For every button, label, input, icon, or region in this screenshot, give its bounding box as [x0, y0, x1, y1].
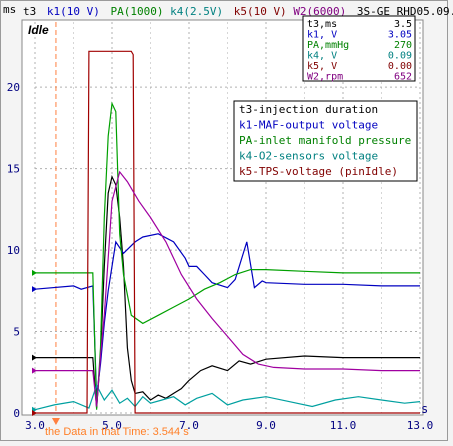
header-prefix: t3 [23, 5, 36, 18]
readout-label: W2,rpm [307, 72, 343, 83]
readout-label: k1, V [307, 30, 337, 41]
x-tick-label: 9.0 [256, 419, 276, 432]
y-tick-label: 10 [7, 244, 20, 257]
readout-value: 0.09 [388, 51, 412, 62]
readout-label: k4, V [307, 51, 337, 62]
legend-entry: k4-O2-sensors voltage [239, 150, 378, 163]
legend: t3-injection duration k1-MAF-output volta… [233, 100, 418, 182]
readout-label: t3,ms [307, 19, 337, 30]
y-tick-label: 5 [13, 326, 20, 339]
mode-label: Idle [28, 23, 49, 37]
axis-unit-y: ms [3, 3, 16, 16]
readout-label: PA,mmHg [307, 40, 349, 51]
legend-entry: k1-MAF-output voltage [239, 119, 378, 132]
axis-unit-x: s [421, 402, 428, 416]
y-tick-label: 0 [13, 407, 20, 420]
x-tick-label: 13.0 [407, 419, 434, 432]
chart-window: ms t3 k1(10 V) PA(1000) k4(2.5V) k5(10 V… [0, 0, 453, 446]
readout-value: 0.00 [388, 61, 412, 72]
header-channel-pa: PA(1000) [110, 5, 163, 18]
x-tick-label: 3.0 [25, 419, 45, 432]
header-channel-k1: k1(10 V) [47, 5, 100, 18]
header-channel-k4: k4(2.5V) [170, 5, 223, 18]
readout-box: t3,ms 3.5 k1, V 3.05 PA,mmHg 270 k4, V 0.09 k5, … [302, 15, 416, 83]
readout-value: 270 [394, 40, 412, 51]
readout-value: 3.5 [394, 19, 412, 30]
x-tick-label: 11.0 [330, 419, 357, 432]
status-time-readout: the Data in that Time: 3.544 s [45, 426, 189, 438]
header-channel-k5: k5(10 V) [234, 5, 287, 18]
chart-canvas: ms t3 k1(10 V) PA(1000) k4(2.5V) k5(10 V… [0, 0, 453, 441]
y-tick-label: 20 [7, 81, 20, 94]
readout-value: 3.05 [388, 30, 412, 41]
readout-label: k5, V [307, 61, 337, 72]
legend-entry: t3-injection duration [239, 103, 378, 116]
readout-value: 652 [394, 72, 412, 83]
legend-entry: PA-inlet manifold pressure [239, 134, 411, 147]
legend-entry: k5-TPS-voltage (pinIdle) [239, 165, 398, 178]
y-tick-label: 15 [7, 163, 20, 176]
